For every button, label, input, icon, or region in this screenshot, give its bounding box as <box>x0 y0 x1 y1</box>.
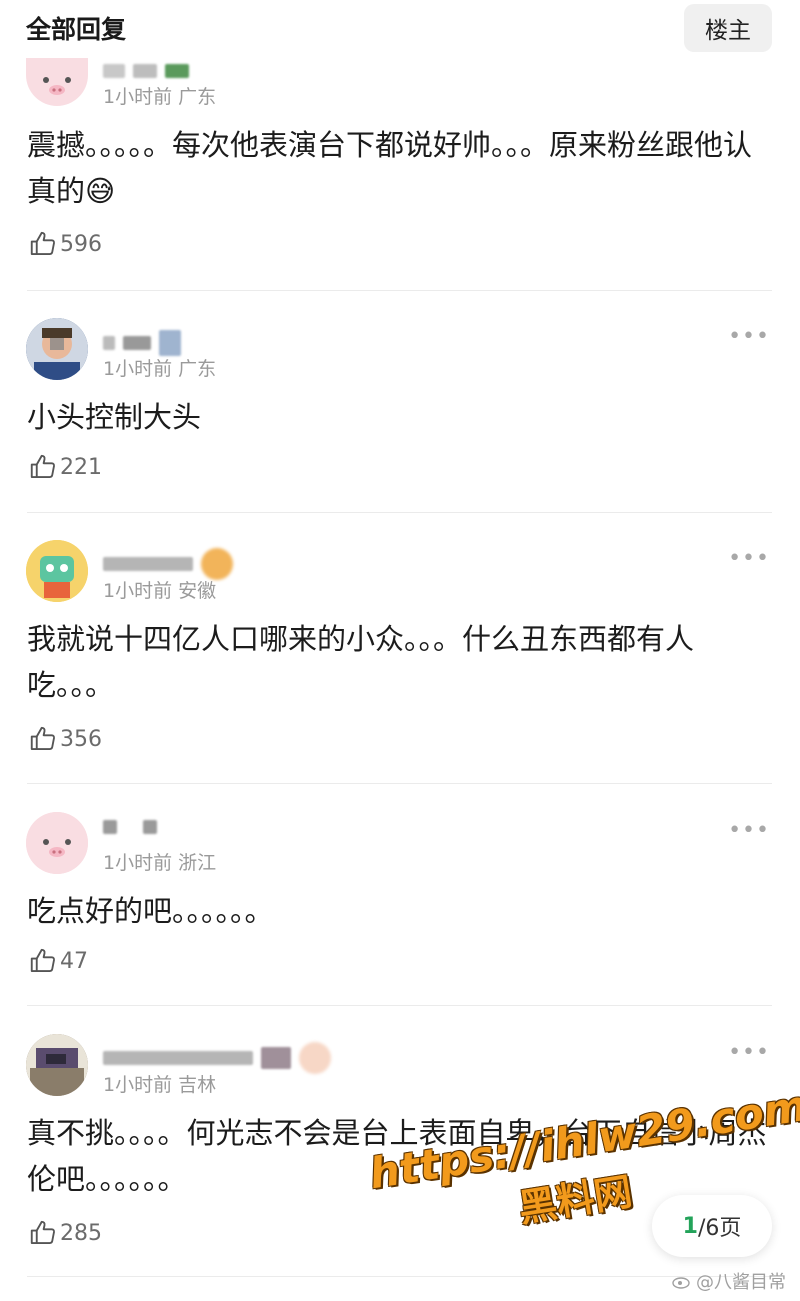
more-dots-icon[interactable]: ••• <box>728 1042 770 1064</box>
source-tag: @八酱目常 <box>672 1268 786 1294</box>
current-page: 1 <box>682 1213 698 1239</box>
comment-text: 吃点好的吧。。。。。。 <box>27 894 274 928</box>
username-redacted[interactable] <box>103 820 157 834</box>
more-dots-icon[interactable]: ••• <box>728 326 770 348</box>
total-pages: /6页 <box>697 1216 742 1241</box>
like-count: 221 <box>60 454 102 480</box>
comment-meta: 1小时前 安徽 <box>103 580 217 602</box>
like-button[interactable]: 285 <box>28 1218 102 1248</box>
thumbs-up-icon <box>30 948 55 972</box>
divider <box>27 783 772 784</box>
divider <box>27 1005 772 1006</box>
like-button[interactable]: 596 <box>28 229 102 259</box>
thumbs-up-icon <box>30 231 55 255</box>
comment-meta: 1小时前 广东 <box>103 358 217 380</box>
avatar[interactable] <box>26 812 88 874</box>
like-button[interactable]: 356 <box>28 724 102 754</box>
avatar[interactable] <box>26 1034 88 1096</box>
divider <box>27 290 772 291</box>
avatar[interactable] <box>26 318 88 380</box>
badge-icon <box>299 1042 331 1074</box>
divider <box>27 1276 772 1277</box>
username-redacted[interactable] <box>103 64 189 78</box>
more-dots-icon[interactable]: ••• <box>728 548 770 570</box>
like-count: 47 <box>60 948 88 974</box>
avatar[interactable] <box>26 540 88 602</box>
thumbs-up-icon <box>30 454 55 478</box>
comment-meta: 1小时前 吉林 <box>103 1074 217 1096</box>
username-redacted[interactable] <box>103 330 181 356</box>
weibo-icon <box>672 1277 690 1289</box>
source-text: @八酱目常 <box>696 1272 786 1293</box>
like-count: 596 <box>60 231 102 257</box>
comment-meta: 1小时前 广东 <box>103 86 217 108</box>
header: 全部回复 楼主 <box>0 0 800 56</box>
page-title: 全部回复 <box>26 15 127 44</box>
more-dots-icon[interactable]: ••• <box>728 820 770 842</box>
like-button[interactable]: 47 <box>28 946 88 976</box>
thumbs-up-icon <box>30 1220 55 1244</box>
op-only-button[interactable]: 楼主 <box>684 4 772 52</box>
comment-meta: 1小时前 浙江 <box>103 852 217 874</box>
like-count: 356 <box>60 726 102 752</box>
avatar[interactable] <box>26 58 88 106</box>
comment-text: 我就说十四亿人口哪来的小众。。。什么丑东西都有人吃。。。 <box>27 622 695 702</box>
comment-text: 震撼。。。。。每次他表演台下都说好帅。。。原来粉丝跟他认真的😅 <box>27 128 753 208</box>
like-button[interactable]: 221 <box>28 452 102 482</box>
like-count: 285 <box>60 1220 102 1246</box>
reply-page: 全部回复 楼主 1小时前 广东 震撼。。。。。每次他表演台下都说好帅。。。原来粉… <box>0 0 800 1301</box>
divider <box>27 512 772 513</box>
thumbs-up-icon <box>30 726 55 750</box>
comment-text: 小头控制大头 <box>27 400 202 434</box>
